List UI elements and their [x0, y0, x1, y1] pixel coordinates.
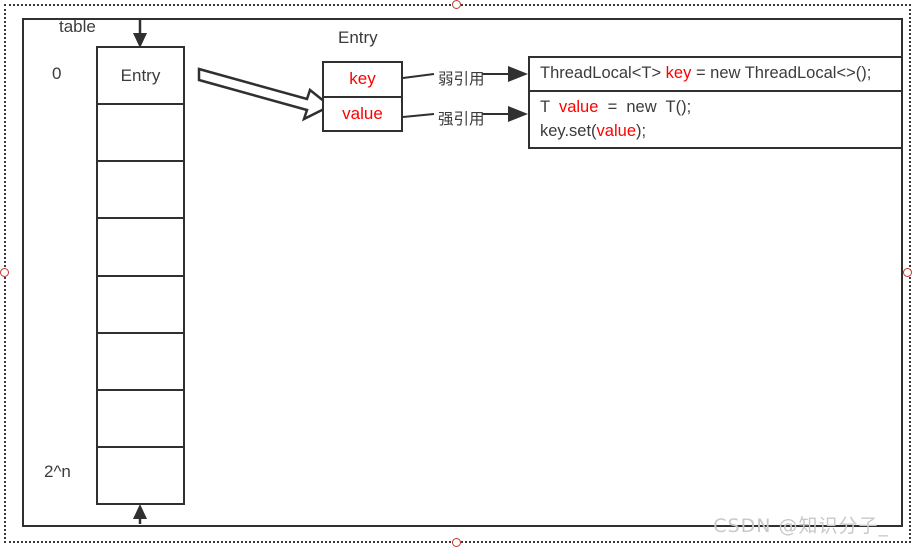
entry-key-cell[interactable]: key: [324, 63, 401, 98]
code-text: = new ThreadLocal<>();: [691, 64, 872, 83]
code-text: = new T();: [598, 98, 692, 117]
resize-handle-middle-right[interactable]: [903, 268, 912, 277]
table-index-first-label: 0: [52, 64, 62, 83]
code-line-value-init: T value = new T();: [540, 96, 892, 119]
code-text: T: [540, 98, 559, 117]
code-key-token: key: [665, 64, 692, 83]
code-line-declaration: ThreadLocal<T> key = new ThreadLocal<>()…: [530, 58, 901, 93]
table-cell[interactable]: Entry: [98, 48, 183, 106]
table-cell[interactable]: [98, 391, 183, 448]
table-column: Entry: [96, 46, 185, 505]
code-text: ThreadLocal<T>: [540, 64, 666, 83]
table-cell[interactable]: [98, 162, 183, 220]
entry-title-label: Entry: [338, 28, 378, 47]
resize-handle-bottom-center[interactable]: [452, 538, 461, 547]
strong-reference-label: 强引用: [438, 110, 485, 128]
table-cell[interactable]: [98, 448, 183, 503]
resize-handle-middle-left[interactable]: [0, 268, 9, 277]
table-cell[interactable]: [98, 219, 183, 277]
code-text: );: [636, 121, 647, 140]
code-text: key.set(: [540, 121, 597, 140]
diagram-canvas: table 0 2^n Entry Entry key value 弱引用 强引…: [0, 0, 915, 547]
table-cell[interactable]: [98, 105, 183, 163]
watermark-label: CSDN @知识分子_: [713, 515, 889, 537]
resize-handle-top-center[interactable]: [452, 0, 461, 9]
code-value-token: value: [596, 121, 636, 140]
code-line-assignment: T value = new T(); key.set(value);: [530, 92, 901, 147]
table-cell[interactable]: [98, 277, 183, 334]
entry-value-cell[interactable]: value: [324, 98, 401, 131]
code-value-token: value: [558, 98, 599, 117]
table-label: table: [59, 17, 96, 36]
code-line-key-set: key.set(value);: [540, 120, 892, 143]
entry-key-value-box: key value: [322, 61, 403, 132]
code-box: ThreadLocal<T> key = new ThreadLocal<>()…: [528, 56, 903, 149]
table-index-last-label: 2^n: [44, 462, 71, 481]
weak-reference-label: 弱引用: [438, 70, 485, 88]
table-cell[interactable]: [98, 334, 183, 391]
